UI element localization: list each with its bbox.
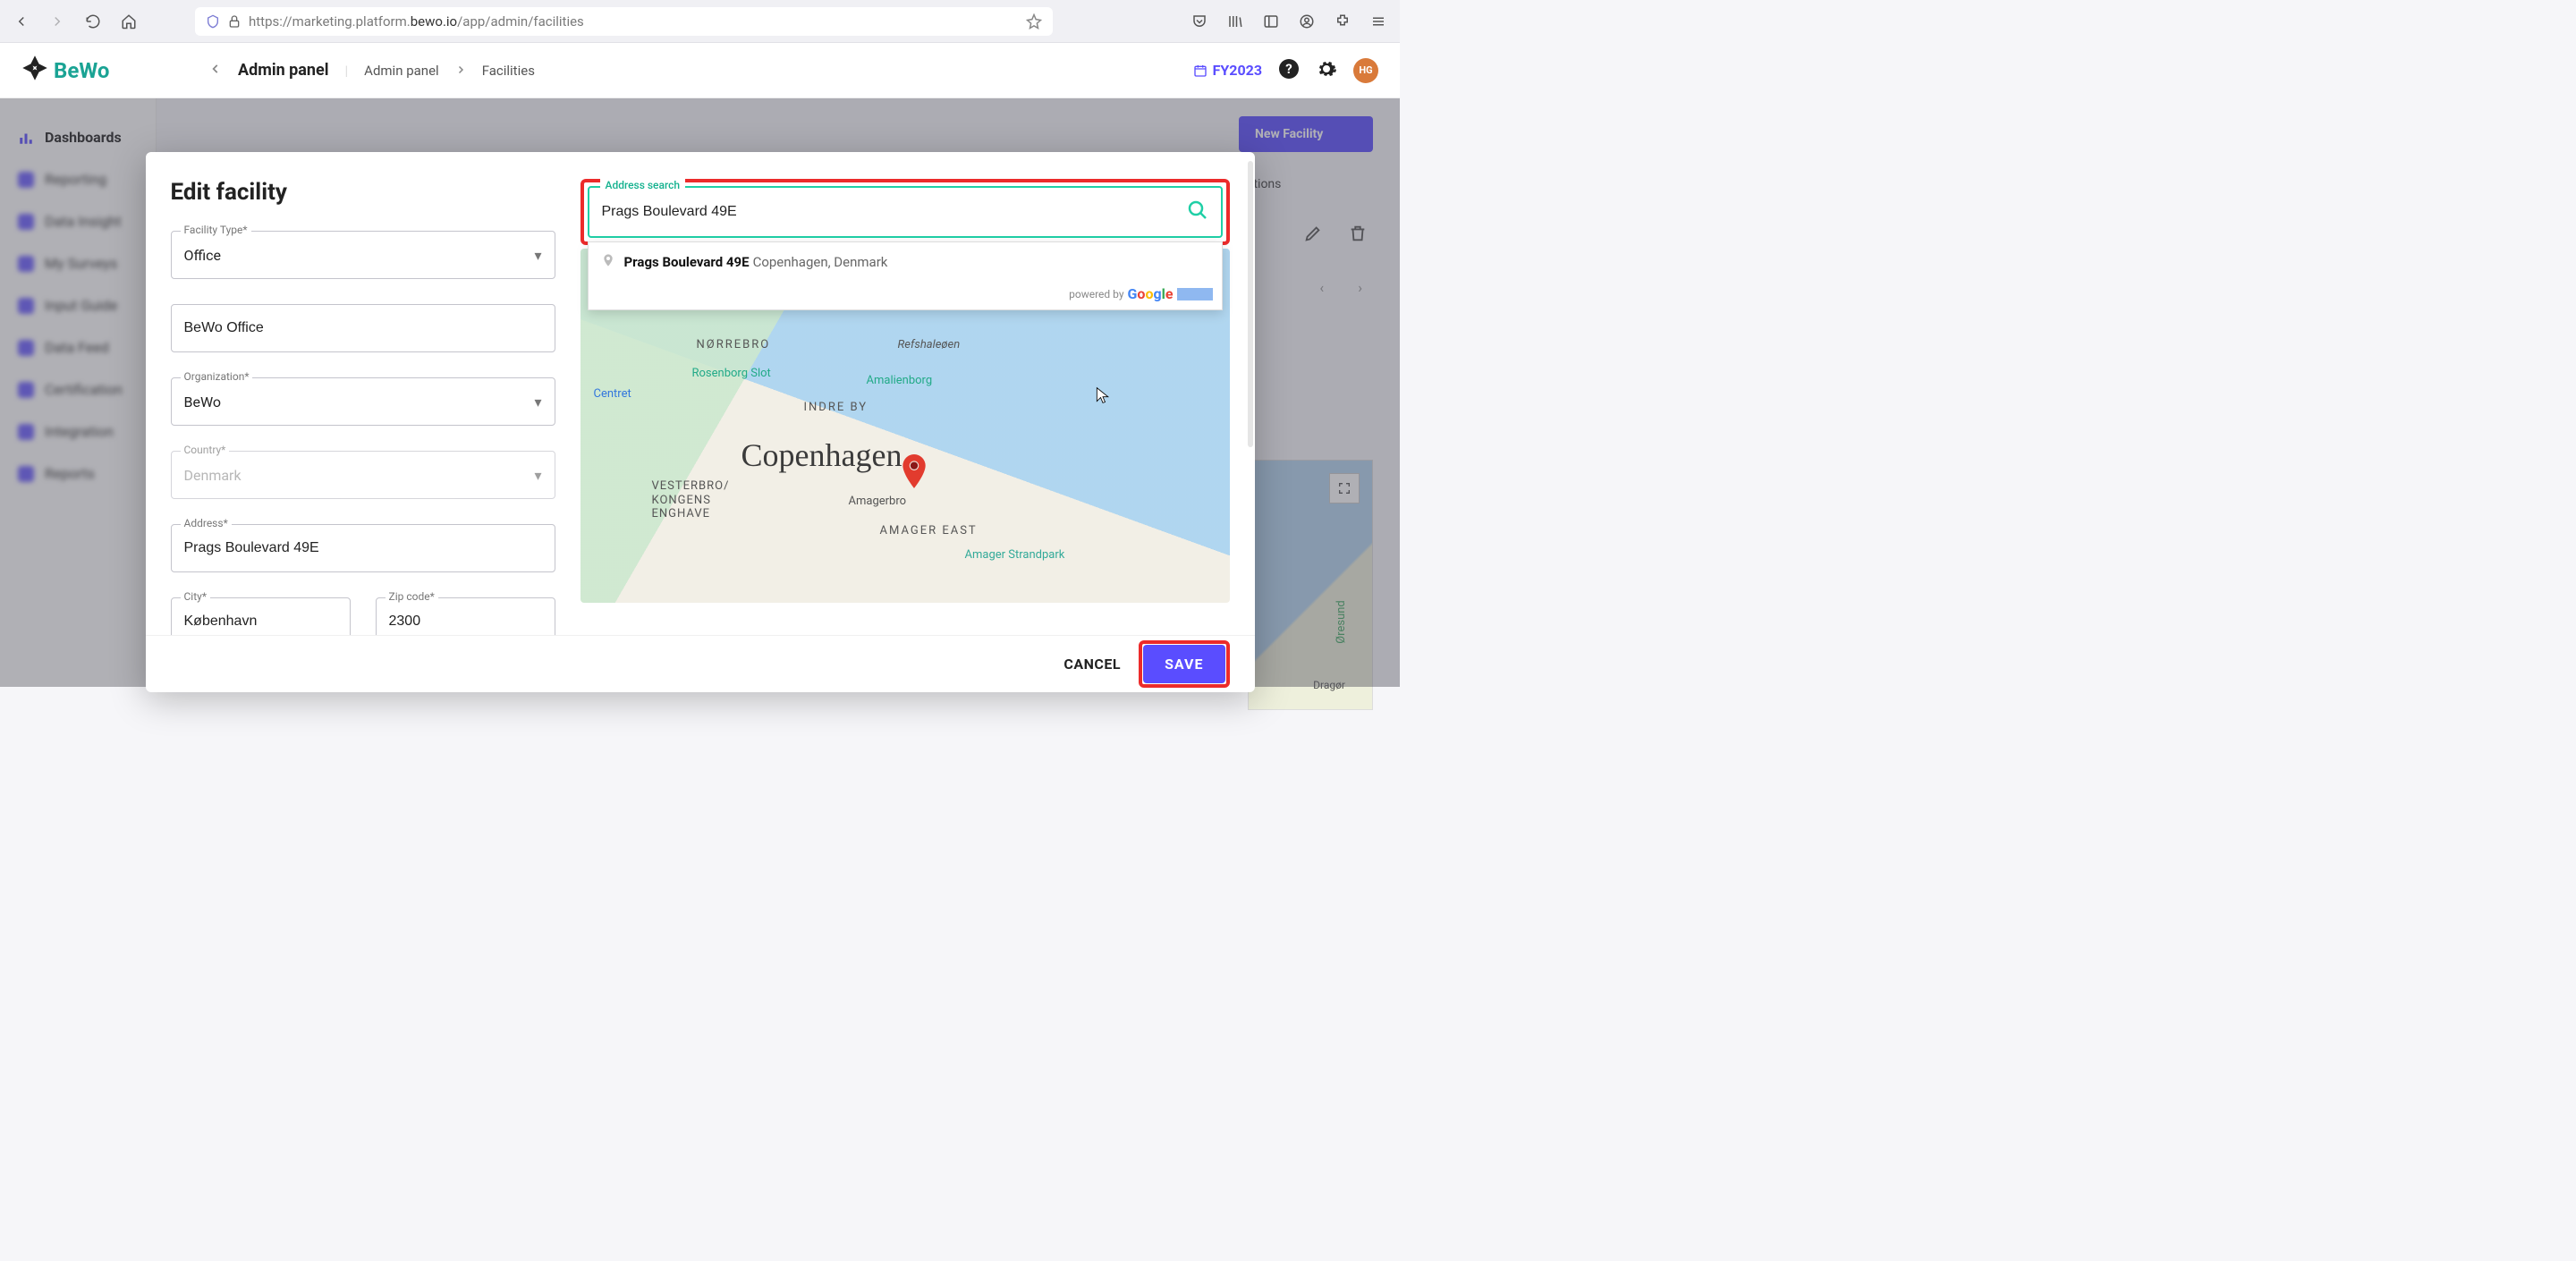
- organization-select[interactable]: Organization* BeWo ▾: [171, 377, 555, 426]
- save-button[interactable]: SAVE: [1143, 645, 1224, 683]
- modal-footer: CANCEL SAVE: [146, 635, 1255, 692]
- edit-facility-modal: Edit facility Facility Type* Office ▾ Or…: [146, 152, 1255, 692]
- address-search-input[interactable]: Address search: [588, 186, 1223, 238]
- calendar-icon: [1193, 63, 1208, 78]
- settings-icon[interactable]: [1316, 58, 1337, 83]
- forward-icon[interactable]: [43, 7, 72, 36]
- modal-overlay: Edit facility Facility Type* Office ▾ Or…: [0, 98, 1400, 687]
- country-select[interactable]: Country* Denmark ▾: [171, 451, 555, 499]
- url-bar[interactable]: https://marketing.platform.bewo.io/app/a…: [195, 7, 1053, 36]
- menu-icon[interactable]: [1364, 7, 1393, 36]
- breadcrumb-item[interactable]: Admin panel: [364, 63, 439, 79]
- cancel-button[interactable]: CANCEL: [1063, 656, 1121, 673]
- avatar[interactable]: HG: [1353, 58, 1378, 83]
- zip-input[interactable]: Zip code*: [376, 597, 555, 635]
- breadcrumb: Admin panel | Admin panel Facilities: [209, 61, 535, 80]
- chevron-down-icon: ▾: [534, 394, 541, 410]
- city-input[interactable]: City*: [171, 597, 351, 635]
- chevron-right-icon: [455, 63, 466, 79]
- back-icon[interactable]: [7, 7, 36, 36]
- search-icon[interactable]: [1187, 199, 1208, 224]
- pin-icon: [601, 253, 615, 271]
- map-pin-icon: [902, 454, 926, 492]
- fiscal-year-selector[interactable]: FY2023: [1193, 62, 1262, 79]
- star-icon[interactable]: [1026, 13, 1042, 30]
- logo[interactable]: BeWo: [21, 55, 209, 87]
- modal-title: Edit facility: [171, 179, 555, 206]
- library-icon[interactable]: [1221, 7, 1250, 36]
- account-icon[interactable]: [1292, 7, 1321, 36]
- content-area: Dashboards Reporting Data Insight My Sur…: [0, 98, 1400, 687]
- map-city-label: Copenhagen: [741, 436, 902, 474]
- pocket-icon[interactable]: [1185, 7, 1214, 36]
- svg-text:?: ?: [1285, 61, 1292, 77]
- form-column: Edit facility Facility Type* Office ▾ Or…: [171, 179, 555, 635]
- facility-type-select[interactable]: Facility Type* Office ▾: [171, 231, 555, 279]
- cursor-icon: [1094, 386, 1112, 408]
- scrollbar[interactable]: [1248, 161, 1253, 447]
- breadcrumb-back-icon[interactable]: [209, 63, 222, 79]
- logo-text: BeWo: [54, 58, 109, 83]
- save-button-highlight: SAVE: [1139, 640, 1229, 688]
- lock-icon: [227, 14, 242, 29]
- address-suggestions: Prags Boulevard 49ECopenhagen, Denmark p…: [588, 241, 1223, 310]
- page-title: Admin panel: [238, 61, 328, 80]
- breadcrumb-item[interactable]: Facilities: [482, 63, 535, 79]
- sidebar-icon[interactable]: [1257, 7, 1285, 36]
- map-column: Address search Prags Boulevard 49ECopenh…: [580, 179, 1230, 635]
- url-text: https://marketing.platform.bewo.io/app/a…: [249, 13, 584, 30]
- shield-icon: [206, 14, 220, 29]
- address-search-highlight: Address search Prags Boulevard 49ECopenh…: [580, 179, 1230, 245]
- app: BeWo Admin panel | Admin panel Facilitie…: [0, 43, 1400, 687]
- chevron-down-icon: ▾: [534, 467, 541, 484]
- facility-name-input[interactable]: [171, 304, 555, 352]
- logo-mark-icon: [21, 55, 48, 87]
- address-suggestion-item[interactable]: Prags Boulevard 49ECopenhagen, Denmark: [589, 242, 1222, 282]
- address-input[interactable]: Address*: [171, 524, 555, 572]
- help-icon[interactable]: ?: [1278, 58, 1300, 83]
- browser-toolbar: https://marketing.platform.bewo.io/app/a…: [0, 0, 1400, 43]
- powered-by: powered by Google: [589, 282, 1222, 309]
- topbar: BeWo Admin panel | Admin panel Facilitie…: [0, 43, 1400, 98]
- reload-icon[interactable]: [79, 7, 107, 36]
- extensions-icon[interactable]: [1328, 7, 1357, 36]
- home-icon[interactable]: [114, 7, 143, 36]
- chevron-down-icon: ▾: [534, 247, 541, 264]
